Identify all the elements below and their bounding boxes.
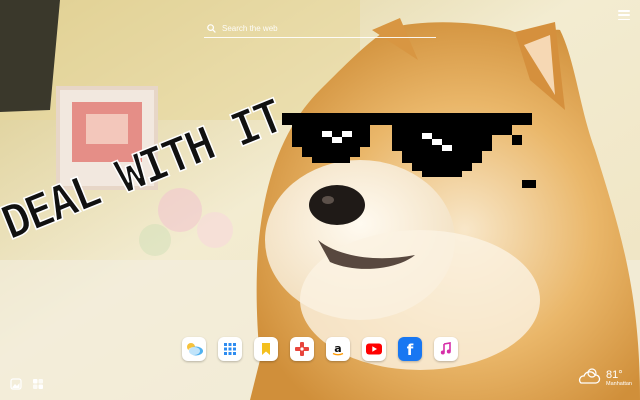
search-bar[interactable] xyxy=(204,20,436,38)
weather-widget[interactable]: 81° Manhattan xyxy=(576,367,632,390)
partly-cloudy-icon xyxy=(576,367,602,390)
games-icon[interactable] xyxy=(290,337,314,361)
weather-temperature: 81° xyxy=(606,369,623,381)
widgets-icon[interactable] xyxy=(32,378,44,390)
bottom-left-controls xyxy=(10,378,44,390)
svg-text:a: a xyxy=(334,342,341,355)
menu-icon[interactable] xyxy=(618,10,630,20)
search-input[interactable] xyxy=(222,24,422,33)
app-dock: a f xyxy=(0,337,640,361)
apps-grid-icon[interactable] xyxy=(218,337,242,361)
amazon-icon[interactable]: a xyxy=(326,337,350,361)
wallpaper-gallery-icon[interactable] xyxy=(10,378,22,390)
facebook-icon[interactable]: f xyxy=(398,337,422,361)
weather-icon[interactable] xyxy=(182,337,206,361)
search-icon xyxy=(206,24,216,34)
svg-text:f: f xyxy=(407,341,414,357)
bookmark-icon[interactable] xyxy=(254,337,278,361)
music-icon[interactable] xyxy=(434,337,458,361)
youtube-icon[interactable] xyxy=(362,337,386,361)
weather-location: Manhattan xyxy=(606,381,632,387)
